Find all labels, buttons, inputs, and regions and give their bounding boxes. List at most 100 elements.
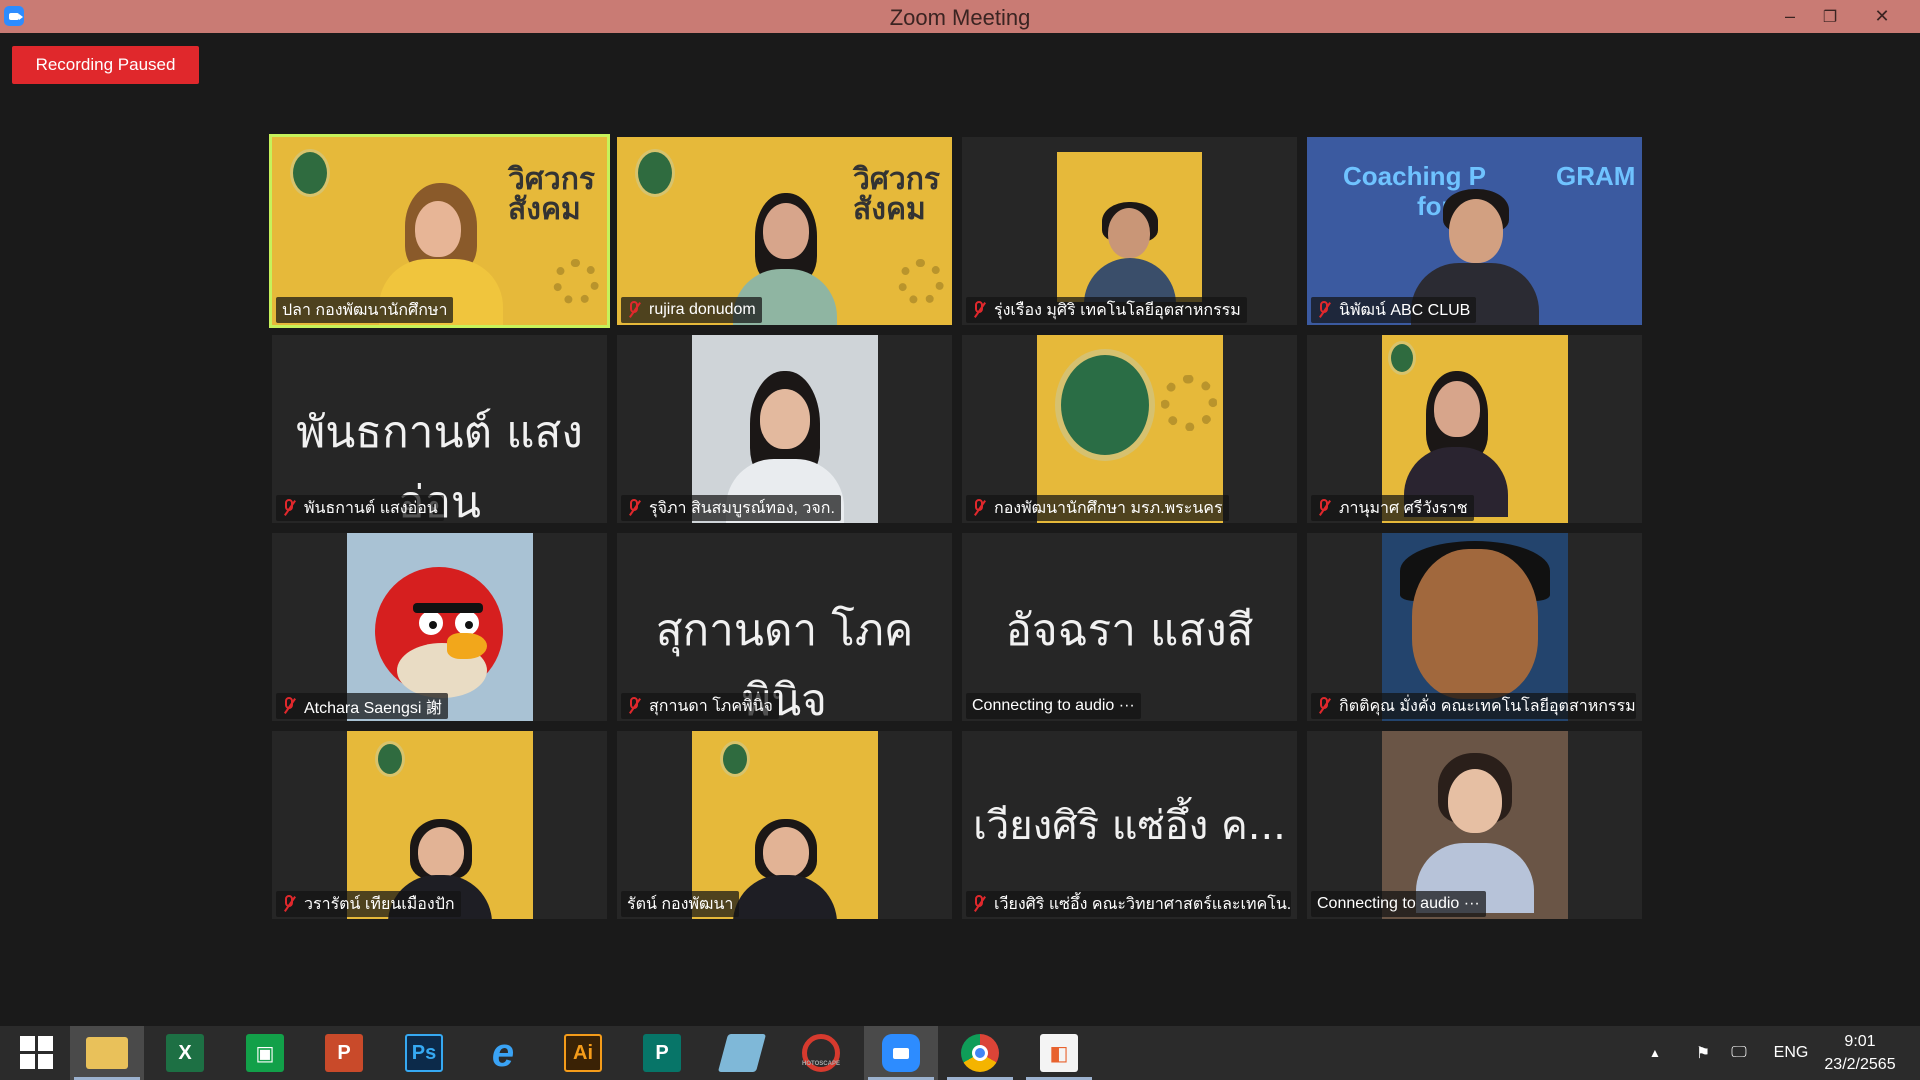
participant-tile[interactable]: อัจฉรา แสงสี Connecting to audio ··· [962,533,1297,721]
recording-paused-badge[interactable]: Recording Paused [12,46,199,84]
excel-icon: X [166,1034,204,1072]
powerpoint-button[interactable]: P [307,1026,381,1080]
participant-tile[interactable]: วรารัตน์ เทียนเมืองปัก [272,731,607,919]
notepad-icon [717,1034,767,1072]
muted-mic-icon [1317,499,1331,517]
participant-display-name: อัจฉรา แสงสี [1005,605,1254,656]
network-icon[interactable]: 🖵 [1722,1026,1756,1080]
participant-tile[interactable]: Coaching P GRAM for นิพัฒน์ ABC CLUB [1307,137,1642,325]
minimize-button[interactable]: – [1770,0,1810,33]
participant-video [1057,152,1202,302]
participant-name: กิตติคุณ มั่งคั่ง คณะเทคโนโลยีอุตสาหกรรม [1311,693,1636,719]
university-logo-icon [635,149,675,197]
excel-button[interactable]: X [148,1026,222,1080]
muted-mic-icon [282,895,296,913]
participant-name: วรารัตน์ เทียนเมืองปัก [276,891,461,917]
file-explorer-button[interactable] [70,1026,144,1080]
participant-name: สุกานดา โภคพินิจ [621,693,779,719]
participant-name: Atchara Saengsi 謝 [276,693,448,719]
internet-explorer-icon: e [491,1030,515,1075]
title-bar: Zoom Meeting – ❐ ✕ [0,0,1920,33]
participant-tile[interactable]: Connecting to audio ··· [1307,731,1642,919]
participant-tile[interactable]: เวียงศิริ แซ่อึ้ง ค... เวียงศิริ แซ่อึ้ง… [962,731,1297,919]
zoom-icon [882,1034,920,1072]
participant-name: Connecting to audio ··· [1311,891,1486,917]
muted-mic-icon [282,499,296,517]
close-button[interactable]: ✕ [1862,0,1902,33]
photos-button[interactable]: ◧ [1022,1026,1096,1080]
internet-explorer-button[interactable]: e [466,1026,540,1080]
muted-mic-icon [972,499,986,517]
participant-tile[interactable]: วิศวกร สังคม rujira donudom [617,137,952,325]
muted-mic-icon [627,499,641,517]
participant-tile[interactable]: Atchara Saengsi 謝 [272,533,607,721]
participant-tile[interactable]: กองพัฒนานักศึกษา มรภ.พระนคร [962,335,1297,523]
muted-mic-icon [1317,697,1331,715]
folder-icon [86,1037,128,1069]
muted-mic-icon [1317,301,1331,319]
poster-title: วิศวกร สังคม [507,162,595,227]
participant-tile[interactable]: วิศวกร สังคม ปลา กองพัฒนานักศึกษา [269,134,610,328]
participant-name: รุ่งเรือง มุศิริ เทคโนโลยีอุตสาหกรรม [966,297,1247,323]
participant-name: รุจิภา สินสมบูรณ์ทอง, วจก. [621,495,841,521]
participant-name: รัตน์ กองพัฒนา [621,891,740,917]
clock-time: 9:01 [1844,1033,1876,1050]
photoscape-button[interactable]: HOTOSCAPE [784,1026,858,1080]
gear-icon [553,259,599,305]
muted-mic-icon [972,301,986,319]
gear-icon [1161,375,1217,431]
notepad-button[interactable] [705,1026,779,1080]
publisher-button[interactable]: P [625,1026,699,1080]
photoshop-icon: Ps [405,1034,443,1072]
photoscape-icon: HOTOSCAPE [802,1034,840,1072]
participant-display-name: เวียงศิริ แซ่อึ้ง ค... [973,803,1286,849]
publisher-icon: P [643,1034,681,1072]
muted-mic-icon [282,697,296,715]
action-flag-icon[interactable]: ⚑ [1686,1026,1720,1080]
window-title: Zoom Meeting [889,5,1031,30]
photos-icon: ◧ [1040,1034,1078,1072]
participant-tile[interactable]: รัตน์ กองพัฒนา [617,731,952,919]
photoshop-button[interactable]: Ps [387,1026,461,1080]
participant-tile[interactable]: รุ่งเรือง มุศิริ เทคโนโลยีอุตสาหกรรม [962,137,1297,325]
participant-name: เวียงศิริ แซ่อึ้ง คณะวิทยาศาสตร์และเทคโน… [966,891,1291,917]
participant-name: กองพัฒนานักศึกษา มรภ.พระนคร [966,495,1229,521]
poster-title: วิศวกร สังคม [852,162,940,227]
participant-name: ปลา กองพัฒนานักศึกษา [276,297,454,323]
participant-name: rujira donudom [621,297,762,323]
participant-tile[interactable]: ภานุมาศ ศรีวังราช [1307,335,1642,523]
gallery-view: วิศวกร สังคม ปลา กองพัฒนานักศึกษา วิศวกร… [269,134,1645,927]
university-emblem-icon [1055,349,1155,461]
participant-name: ภานุมาศ ศรีวังราช [1311,495,1474,521]
university-logo-icon [720,741,750,777]
university-logo-icon [290,149,330,197]
chrome-button[interactable] [943,1026,1017,1080]
participant-name: Connecting to audio ··· [966,693,1141,719]
muted-mic-icon [627,697,641,715]
chrome-icon [961,1034,999,1072]
zoom-button[interactable] [864,1026,938,1080]
participant-tile[interactable]: สุกานดา โภคพินิจ สุกานดา โภคพินิจ [617,533,952,721]
muted-mic-icon [972,895,986,913]
participant-name: พันธกานต์ แสงอ่อน [276,495,444,521]
cartoon-avatar [1412,549,1538,699]
clock-date: 23/2/2565 [1824,1056,1896,1073]
participant-tile[interactable]: กิตติคุณ มั่งคั่ง คณะเทคโนโลยีอุตสาหกรรม [1307,533,1642,721]
input-language-indicator[interactable]: ENG [1766,1026,1816,1080]
restore-button[interactable]: ❐ [1810,0,1850,33]
participant-tile[interactable]: รุจิภา สินสมบูรณ์ทอง, วจก. [617,335,952,523]
illustrator-button[interactable]: Ai [546,1026,620,1080]
show-hidden-icons-button[interactable]: ▲ [1640,1026,1670,1080]
muted-mic-icon [627,301,641,319]
powerpoint-icon: P [325,1034,363,1072]
gear-icon [898,259,944,305]
start-button[interactable] [0,1026,74,1080]
windows-taskbar: X ▣ P Ps e Ai P HOTOSCAPE ◧ ▲ ⚑ 🖵 ENG 9:… [0,1026,1920,1080]
university-logo-icon [375,741,405,777]
participant-tile[interactable]: พันธกานต์ แสงอ่อน พันธกานต์ แสงอ่อน [272,335,607,523]
illustrator-icon: Ai [564,1034,602,1072]
system-clock[interactable]: 9:01 23/2/2565 [1810,1030,1910,1076]
store-icon: ▣ [246,1034,284,1072]
windows-logo-icon [20,1036,54,1070]
store-button[interactable]: ▣ [228,1026,302,1080]
